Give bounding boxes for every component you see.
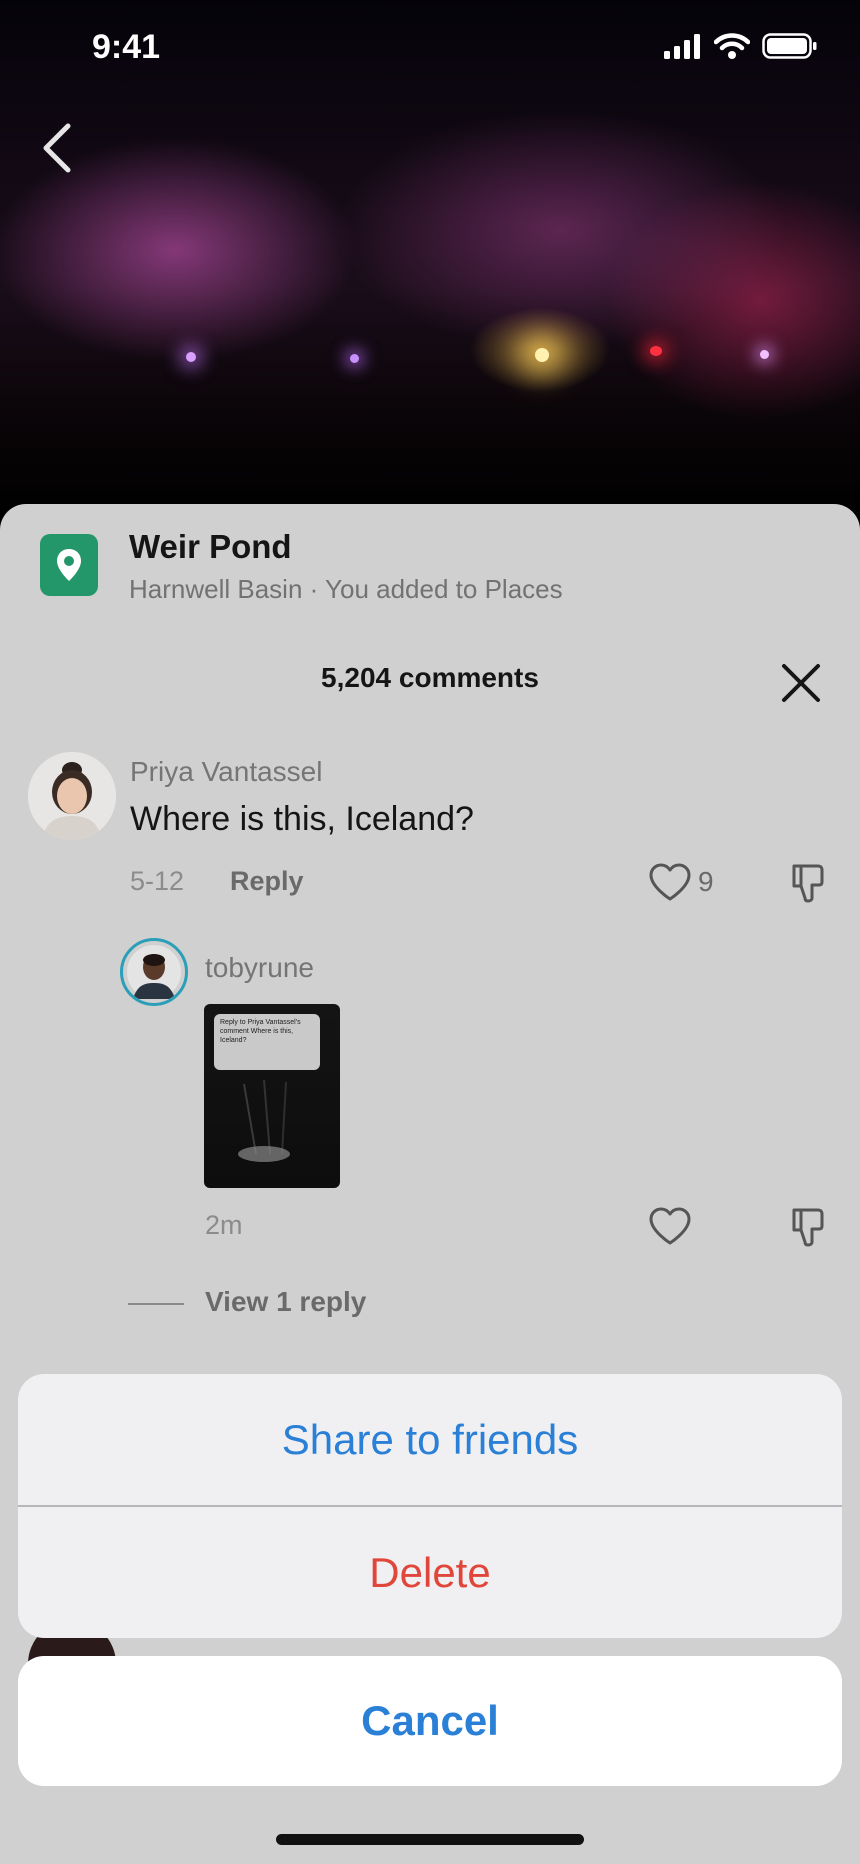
heart-icon <box>649 863 691 901</box>
reply-time: 2m <box>205 1210 243 1240</box>
back-button[interactable] <box>34 118 82 178</box>
comments-count-title: 5,204 comments <box>321 662 539 693</box>
battery-icon <box>762 33 817 59</box>
dislike-button[interactable] <box>788 862 832 906</box>
cancel-button[interactable]: Cancel <box>18 1656 842 1786</box>
chevron-left-icon <box>43 123 71 173</box>
view-replies-divider <box>128 1303 184 1305</box>
avatar-photo <box>127 945 181 999</box>
light-dot <box>760 350 769 359</box>
comment-date: 5-12 <box>130 866 185 896</box>
action-sheet-group: Share to friends Delete <box>18 1374 842 1638</box>
view-replies-button[interactable]: View 1 reply <box>205 1286 366 1318</box>
comment-text: Where is this, Iceland? <box>130 800 474 838</box>
share-to-friends-button[interactable]: Share to friends <box>18 1374 842 1505</box>
place-name[interactable]: Weir Pond <box>129 528 292 566</box>
reply-button[interactable]: Reply <box>230 866 304 897</box>
heart-icon <box>649 1207 691 1245</box>
cellular-signal-icon <box>664 34 700 59</box>
comment-author[interactable]: Priya Vantassel <box>130 756 322 788</box>
thumbs-down-icon <box>792 1208 824 1247</box>
place-subtitle: Harnwell Basin · You added to Places <box>129 574 563 604</box>
avatar-photo <box>28 752 116 840</box>
place-pin-badge[interactable] <box>40 534 98 596</box>
reply-to-card: Reply to Priya Vantassel's comment Where… <box>214 1014 320 1070</box>
light-dot <box>186 352 196 362</box>
like-button[interactable] <box>648 862 692 906</box>
thumbs-down-icon <box>792 864 824 903</box>
status-time: 9:41 <box>92 28 161 66</box>
wifi-icon <box>714 33 750 59</box>
like-count: 9 <box>698 866 714 897</box>
reply-to-card-text: Reply to Priya Vantassel's comment Where… <box>220 1019 301 1044</box>
home-indicator <box>276 1834 584 1845</box>
close-icon <box>782 664 820 702</box>
reply-like-button[interactable] <box>648 1206 692 1250</box>
status-bar: 9:41 <box>0 0 860 96</box>
reply-dislike-button[interactable] <box>788 1206 832 1250</box>
reply-avatar[interactable] <box>120 938 188 1006</box>
light-dot <box>535 348 549 362</box>
reply-author[interactable]: tobyrune <box>205 952 314 984</box>
avatar[interactable] <box>28 752 116 840</box>
light-dot <box>350 354 359 363</box>
location-pin-icon <box>57 549 81 581</box>
status-icons <box>664 32 818 60</box>
close-comments-button[interactable] <box>778 660 824 706</box>
delete-button[interactable]: Delete <box>18 1507 842 1638</box>
reply-video-thumbnail[interactable]: Reply to Priya Vantassel's comment Where… <box>204 1004 340 1188</box>
light-dot <box>650 346 662 356</box>
